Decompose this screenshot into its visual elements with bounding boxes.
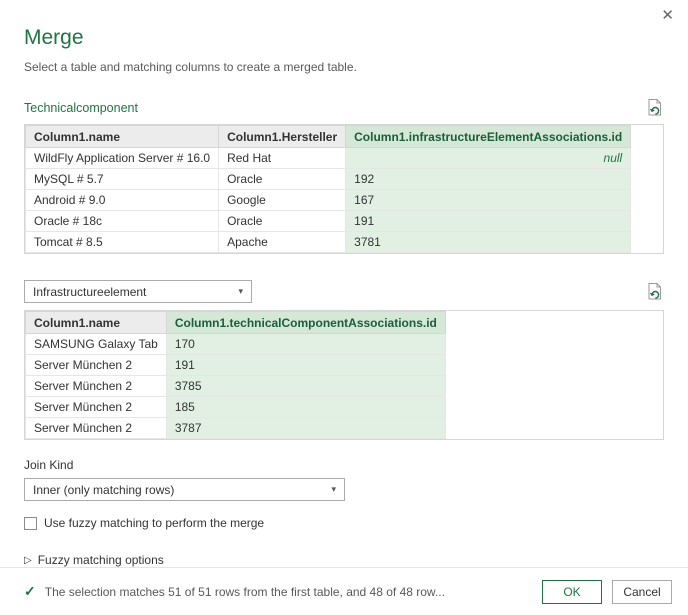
table-cell: WildFly Application Server # 16.0 [26, 148, 219, 169]
table-row: MySQL # 5.7Oracle192 [26, 169, 631, 190]
header-row: Column1.nameColumn1.HerstellerColumn1.in… [26, 126, 631, 148]
success-check-icon: ✓ [24, 583, 36, 600]
header-row: Column1.nameColumn1.technicalComponentAs… [26, 312, 446, 334]
page-title: Merge [24, 26, 664, 50]
dialog-subtitle: Select a table and matching columns to c… [24, 60, 664, 74]
table-cell: Oracle [219, 169, 346, 190]
table1: Column1.nameColumn1.HerstellerColumn1.in… [25, 125, 631, 253]
column-header[interactable]: Column1.name [26, 312, 167, 334]
table1-header-row: Technicalcomponent [24, 98, 664, 117]
table-row: SAMSUNG Galaxy Tab170 [26, 334, 446, 355]
fuzzy-options-label: Fuzzy matching options [38, 553, 164, 567]
table-row: Server München 2191 [26, 355, 446, 376]
table2-selector-value: Infrastructureelement [33, 285, 146, 299]
fuzzy-options-expander[interactable]: ▷ Fuzzy matching options [24, 553, 664, 567]
table-cell: Oracle # 18c [26, 211, 219, 232]
table-row: Android # 9.0Google167 [26, 190, 631, 211]
table-cell: Server München 2 [26, 376, 167, 397]
table-cell: 185 [166, 397, 445, 418]
expander-triangle-icon: ▷ [24, 555, 32, 566]
table-row: Server München 23785 [26, 376, 446, 397]
table-cell: Google [219, 190, 346, 211]
join-kind-label: Join Kind [24, 458, 664, 472]
table2-selector[interactable]: Infrastructureelement ▾ [24, 280, 252, 303]
column-header[interactable]: Column1.name [26, 126, 219, 148]
table-cell: Red Hat [219, 148, 346, 169]
chevron-down-icon: ▾ [331, 484, 336, 495]
table-cell: 167 [346, 190, 631, 211]
column-header[interactable]: Column1.infrastructureElementAssociation… [346, 126, 631, 148]
table2-container: Column1.nameColumn1.technicalComponentAs… [24, 310, 664, 440]
match-status-text: The selection matches 51 of 51 rows from… [45, 585, 542, 599]
table-cell: Server München 2 [26, 397, 167, 418]
table-cell: 191 [166, 355, 445, 376]
refresh-preview-icon [646, 282, 664, 301]
table2: Column1.nameColumn1.technicalComponentAs… [25, 311, 446, 439]
table-cell: Tomcat # 8.5 [26, 232, 219, 253]
table-cell: 3781 [346, 232, 631, 253]
join-kind-value: Inner (only matching rows) [33, 483, 174, 497]
table-row: Oracle # 18cOracle191 [26, 211, 631, 232]
table-cell: Server München 2 [26, 355, 167, 376]
table-row: Tomcat # 8.5Apache3781 [26, 232, 631, 253]
refresh-preview-icon[interactable] [646, 98, 664, 117]
table-row: WildFly Application Server # 16.0Red Hat… [26, 148, 631, 169]
table-row: Server München 2185 [26, 397, 446, 418]
table-cell: Apache [219, 232, 346, 253]
refresh-preview-icon [646, 98, 664, 117]
table-cell: Server München 2 [26, 418, 167, 439]
table1-container: Column1.nameColumn1.HerstellerColumn1.in… [24, 124, 664, 254]
table-cell: null [346, 148, 631, 169]
table-row: Server München 23787 [26, 418, 446, 439]
close-icon[interactable]: ✕ [661, 8, 674, 23]
cancel-button[interactable]: Cancel [612, 580, 672, 604]
join-kind-select[interactable]: Inner (only matching rows) ▾ [24, 478, 345, 501]
ok-button[interactable]: OK [542, 580, 602, 604]
table-cell: Oracle [219, 211, 346, 232]
merge-dialog: ✕ Merge Select a table and matching colu… [0, 0, 688, 615]
table-cell: 192 [346, 169, 631, 190]
table-cell: SAMSUNG Galaxy Tab [26, 334, 167, 355]
table1-label: Technicalcomponent [24, 101, 138, 115]
chevron-down-icon: ▾ [238, 286, 243, 297]
table2-header-row: Infrastructureelement ▾ [24, 280, 664, 303]
table-cell: 191 [346, 211, 631, 232]
table-cell: 170 [166, 334, 445, 355]
column-header[interactable]: Column1.technicalComponentAssociations.i… [166, 312, 445, 334]
table-cell: MySQL # 5.7 [26, 169, 219, 190]
fuzzy-matching-checkbox[interactable] [24, 517, 37, 530]
table-cell: Android # 9.0 [26, 190, 219, 211]
table-cell: 3785 [166, 376, 445, 397]
fuzzy-checkbox-label: Use fuzzy matching to perform the merge [44, 516, 264, 530]
table-cell: 3787 [166, 418, 445, 439]
refresh-preview-icon[interactable] [646, 282, 664, 301]
fuzzy-checkbox-row: Use fuzzy matching to perform the merge [24, 516, 664, 530]
column-header[interactable]: Column1.Hersteller [219, 126, 346, 148]
dialog-footer: ✓ The selection matches 51 of 51 rows fr… [0, 567, 688, 615]
